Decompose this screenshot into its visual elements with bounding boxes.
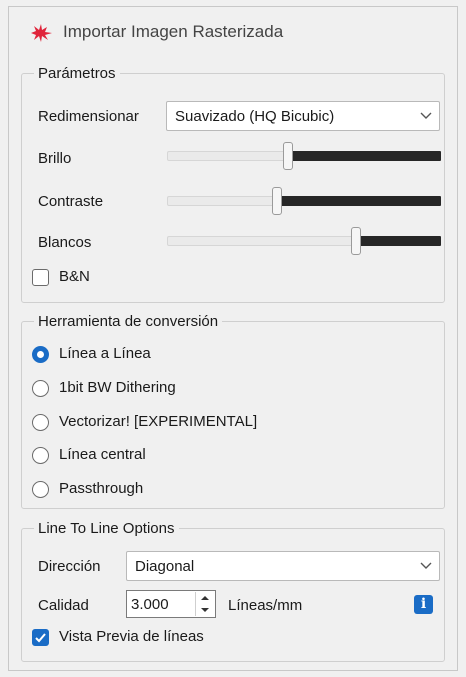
brightness-track-low [167, 151, 288, 161]
bw-label: B&N [59, 268, 90, 285]
contrast-slider[interactable] [167, 187, 441, 217]
info-icon[interactable]: i [414, 595, 433, 614]
radio-line-to-line[interactable] [32, 346, 49, 363]
quality-label: Calidad [38, 597, 89, 614]
whites-thumb[interactable] [351, 227, 361, 255]
parameters-legend: Parámetros [38, 65, 116, 82]
quality-spin-buttons [195, 592, 214, 616]
contrast-label: Contraste [38, 193, 104, 210]
resize-label: Redimensionar [38, 108, 139, 125]
direction-label: Dirección [38, 558, 101, 575]
brightness-label: Brillo [38, 150, 72, 167]
radio-1bit-dithering-label: 1bit BW Dithering [59, 379, 176, 396]
whites-slider[interactable] [167, 227, 441, 257]
brightness-thumb[interactable] [283, 142, 293, 170]
conversion-tool-legend: Herramienta de conversión [38, 313, 219, 330]
chevron-down-icon [420, 112, 432, 119]
spin-down-icon[interactable] [196, 604, 214, 616]
radio-passthrough-label: Passthrough [59, 480, 144, 497]
radio-centerline-label: Línea central [59, 446, 146, 463]
radio-passthrough[interactable] [32, 481, 49, 498]
radio-1bit-dithering[interactable] [32, 380, 49, 397]
whites-label: Blancos [38, 234, 92, 251]
line-options-legend: Line To Line Options [38, 520, 175, 537]
window-title: Importar Imagen Rasterizada [63, 22, 284, 41]
contrast-thumb[interactable] [272, 187, 282, 215]
chevron-down-icon [420, 562, 432, 569]
contrast-track-high [277, 196, 441, 206]
radio-vectorize-label: Vectorizar! [EXPERIMENTAL] [59, 413, 258, 430]
bw-checkbox[interactable] [32, 269, 49, 286]
spin-up-icon[interactable] [196, 592, 214, 604]
title-bar: Importar Imagen Rasterizada [9, 7, 457, 55]
whites-track-low [167, 236, 356, 246]
laser-spark-icon [31, 24, 52, 42]
direction-combobox[interactable]: Diagonal [126, 551, 440, 581]
radio-centerline[interactable] [32, 447, 49, 464]
resize-value: Suavizado (HQ Bicubic) [175, 108, 335, 125]
brightness-slider[interactable] [167, 142, 441, 172]
contrast-track-low [167, 196, 277, 206]
preview-lines-label: Vista Previa de líneas [59, 628, 204, 645]
preview-lines-checkbox[interactable] [32, 629, 49, 646]
quality-unit-label: Líneas/mm [228, 597, 303, 614]
resize-combobox[interactable]: Suavizado (HQ Bicubic) [166, 101, 440, 131]
brightness-track-high [288, 151, 441, 161]
checkmark-icon [35, 633, 46, 643]
import-raster-dialog: Importar Imagen Rasterizada Parámetros R… [8, 6, 458, 671]
whites-track-high [356, 236, 441, 246]
quality-value: 3.000 [131, 596, 169, 613]
quality-spinbox[interactable]: 3.000 [126, 590, 216, 618]
radio-vectorize[interactable] [32, 414, 49, 431]
direction-value: Diagonal [135, 558, 195, 575]
radio-line-to-line-label: Línea a Línea [59, 345, 151, 362]
